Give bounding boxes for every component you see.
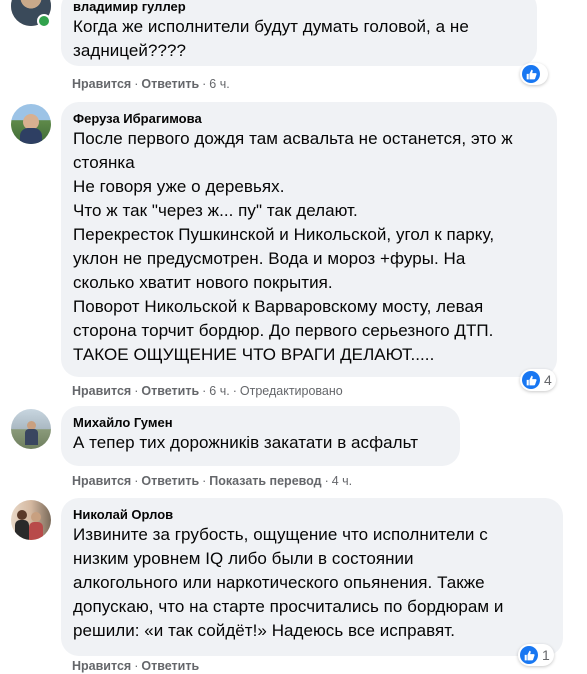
comment-actions: Нравится · Ответить · Показать перевод · 4 ч. (72, 474, 353, 488)
reaction-count[interactable]: 4 (520, 369, 556, 391)
avatar[interactable] (11, 409, 51, 449)
comment-time[interactable]: 6 ч. (209, 384, 229, 398)
avatar[interactable] (11, 500, 51, 540)
comment-bubble: Михайло Гумен А тепер тих дорожників зак… (61, 406, 460, 466)
edited-label[interactable]: Отредактировано (240, 384, 343, 398)
comment-bubble: Николай Орлов Извините за грубость, ощущ… (61, 498, 563, 656)
online-status-icon (37, 14, 51, 28)
comment-text: Извините за грубость, ощущение что испол… (73, 525, 504, 640)
like-button[interactable]: Нравится (72, 659, 131, 673)
comment-time[interactable]: 4 ч. (332, 474, 352, 488)
comment-time[interactable]: 6 ч. (209, 77, 229, 91)
comment-bubble: владимир гуллер Когда же исполнители буд… (61, 0, 537, 66)
comment-text: Когда же исполнители будут думать голово… (73, 17, 469, 60)
like-icon (522, 371, 540, 389)
like-button[interactable]: Нравится (72, 474, 131, 488)
comment-bubble: Феруза Ибрагимова После первого дождя та… (61, 102, 557, 377)
reaction-number: 4 (544, 372, 552, 388)
reaction-count[interactable]: 1 (518, 644, 554, 666)
reaction-number: 1 (542, 647, 550, 663)
like-icon (522, 65, 540, 83)
like-button[interactable]: Нравится (72, 384, 131, 398)
comment-text: После первого дождя там асвальта не оста… (73, 129, 513, 364)
reply-button[interactable]: Ответить (141, 384, 199, 398)
like-icon (520, 646, 538, 664)
reply-button[interactable]: Ответить (141, 77, 199, 91)
avatar[interactable] (11, 104, 51, 144)
comment-actions: Нравится · Ответить (72, 659, 200, 673)
comment-actions: Нравится · Ответить · 6 ч. (72, 77, 230, 91)
comment-actions: Нравится · Ответить · 6 ч. · Отредактировано (72, 384, 343, 398)
comment-author[interactable]: Михайло Гумен (73, 414, 448, 431)
reply-button[interactable]: Ответить (141, 659, 199, 673)
comment-author[interactable]: Николай Орлов (73, 506, 551, 523)
show-translation-button[interactable]: Показать перевод (209, 474, 321, 488)
like-button[interactable]: Нравится (72, 77, 131, 91)
comment-author[interactable]: Феруза Ибрагимова (73, 110, 545, 127)
comment-author[interactable]: владимир гуллер (73, 0, 525, 15)
reaction-count[interactable] (520, 63, 548, 85)
comment-text: А тепер тих дорожників закатати в асфаль… (73, 433, 419, 452)
reply-button[interactable]: Ответить (141, 474, 199, 488)
